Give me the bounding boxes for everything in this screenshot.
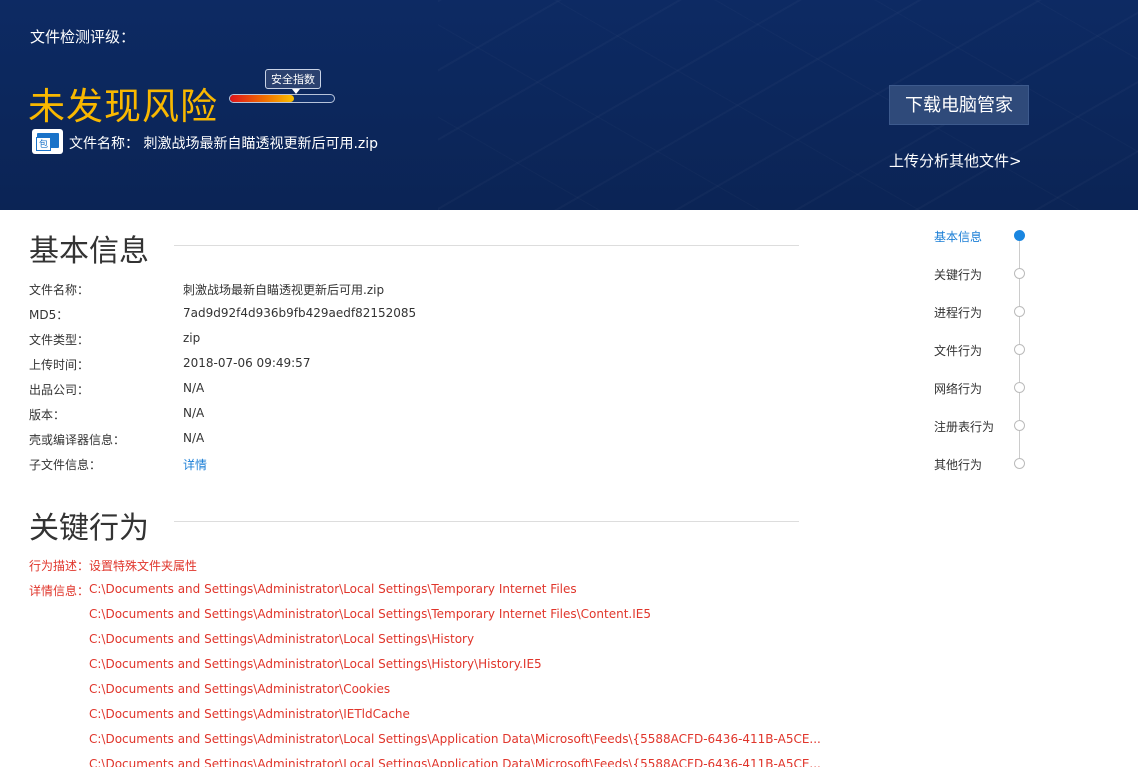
info-value: N/A [183,406,205,420]
basic-info-divider [174,245,799,246]
side-nav-dot[interactable] [1014,344,1025,355]
info-value: 刺激战场最新自瞄透视更新后可用.zip [183,283,385,297]
download-pc-manager-button[interactable]: 下载电脑管家 [889,85,1029,125]
behavior-path: C:\Documents and Settings\Administrator\… [89,757,821,767]
info-label: 子文件信息： [29,458,102,472]
info-value: N/A [183,431,205,445]
behavior-path: C:\Documents and Settings\Administrator\… [89,632,475,646]
info-value: zip [183,331,201,345]
side-nav-item[interactable]: 基本信息 [934,228,982,245]
basic-info-title: 基本信息 [29,234,149,269]
behavior-path: C:\Documents and Settings\Administrator\… [89,732,821,746]
info-label: 出品公司： [29,383,90,397]
info-label: MD5： [29,308,69,322]
safety-index-bar [229,94,335,103]
info-value: 2018-07-06 09:49:57 [183,356,311,370]
info-label: 文件类型： [29,333,90,347]
behavior-path: C:\Documents and Settings\Administrator\… [89,657,542,671]
side-nav-item[interactable]: 其他行为 [934,456,982,473]
side-nav-dot[interactable] [1014,458,1025,469]
side-nav-dot[interactable] [1014,306,1025,317]
side-nav-dot[interactable] [1014,382,1025,393]
safety-index-fill [230,95,295,102]
side-nav-dot[interactable] [1014,268,1025,279]
sub-file-details-link[interactable]: 详情 [183,456,207,473]
side-nav-dot[interactable] [1014,230,1025,241]
info-label: 上传时间： [29,358,90,372]
behavior-path: C:\Documents and Settings\Administrator\… [89,582,577,596]
upload-other-file-link[interactable]: 上传分析其他文件> [889,150,1022,171]
side-nav-item[interactable]: 关键行为 [934,266,982,283]
key-behavior-title: 关键行为 [29,511,149,546]
header-background-pattern [438,0,1138,210]
behavior-detail-label: 详情信息： [29,584,90,598]
info-value: N/A [183,381,205,395]
verdict-text: 未发现风险 [28,85,218,128]
behavior-path: C:\Documents and Settings\Administrator\… [89,707,410,721]
side-nav-item[interactable]: 文件行为 [934,342,982,359]
header-file-name: 文件名称： 刺激战场最新自瞄透视更新后可用.zip [69,136,379,152]
behavior-path: C:\Documents and Settings\Administrator\… [89,682,391,696]
side-nav-dot[interactable] [1014,420,1025,431]
archive-icon-glyph: 包 [36,137,51,151]
side-nav-item[interactable]: 网络行为 [934,380,982,397]
info-value: 7ad9d92f4d936b9fb429aedf82152085 [183,306,417,320]
safety-index-label: 安全指数 [265,69,321,94]
key-behavior-divider [174,521,799,522]
side-nav-item[interactable]: 进程行为 [934,304,982,321]
behavior-desc-value: 设置特殊文件夹属性 [89,559,198,573]
info-label: 壳或编译器信息： [29,433,126,447]
rating-title: 文件检测评级： [30,28,136,46]
behavior-path: C:\Documents and Settings\Administrator\… [89,607,651,621]
report-header: 文件检测评级： 未发现风险 安全指数 包 文件名称： 刺激战场最新自瞄透视更新后… [0,0,1138,210]
info-label: 版本： [29,408,66,422]
behavior-desc-label: 行为描述： [29,559,90,573]
side-nav-item[interactable]: 注册表行为 [934,418,994,435]
behavior-description: 行为描述：设置特殊文件夹属性 [29,557,197,574]
info-label: 文件名称： [29,283,90,297]
archive-file-icon: 包 [32,129,63,154]
